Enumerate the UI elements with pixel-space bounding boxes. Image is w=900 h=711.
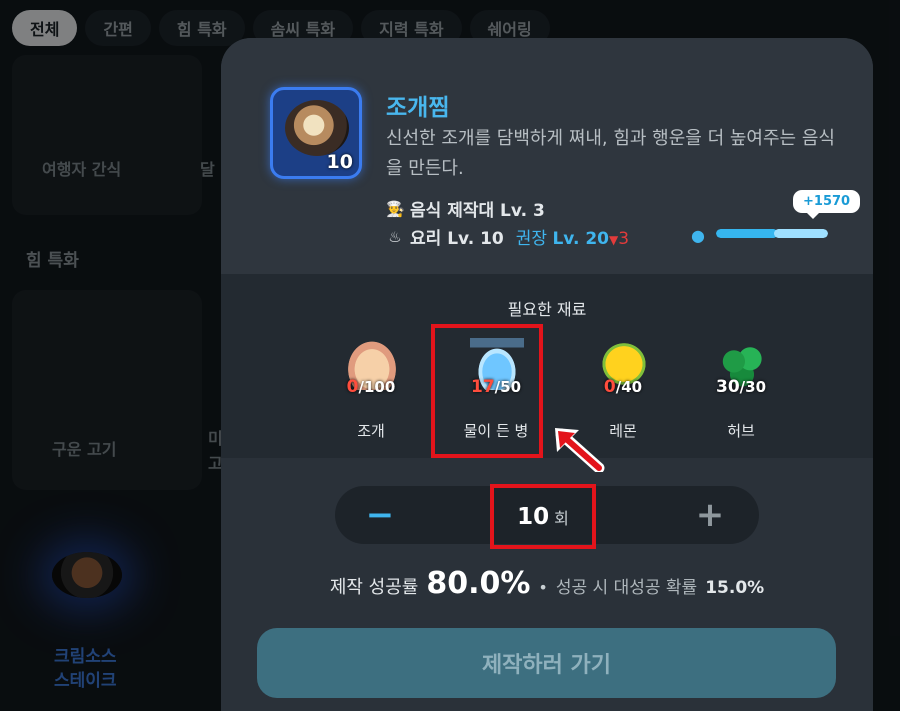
material-item[interactable]: 0/100 조개 [321,338,421,448]
station-label: 음식 제작대 Lv. 3 [410,201,545,221]
recipe-detail-panel: 10 조개찜 신선한 조개를 담백하게 쪄내, 힘과 행운을 더 높여주는 음식… [221,38,873,711]
materials-title: 필요한 재료 [507,300,587,319]
success-rate-label: 제작 성공률 [329,577,419,598]
great-success-value: 15.0% [705,578,765,598]
chef-hat-icon: 👨‍🍳 [386,199,405,218]
cooking-pot-icon: ♨ [388,227,402,246]
recommended-level: 권장 Lv. 20▼3 [515,229,630,249]
decrease-button[interactable]: − [345,486,415,544]
material-name: 허브 [727,422,755,440]
material-name: 조개 [357,422,385,440]
great-success-label: 성공 시 대성공 확률 [555,578,698,598]
skill-requirement: ♨ 요리 Lv. 10 권장 Lv. 20▼3 [386,224,630,250]
material-item[interactable]: 30/30 허브 [691,338,791,448]
xp-gain-fill [774,229,828,238]
go-craft-button[interactable]: 제작하러 가기 [257,628,836,698]
skill-label: 요리 Lv. 10 [410,229,504,249]
recipe-thumbnail: 10 [270,87,362,179]
quantity-number: 10 [517,503,550,530]
xp-progress-bar [716,229,828,238]
recipe-description: 신선한 조개를 담백하게 쪄내, 힘과 행운을 더 높여주는 음식을 만든다. [386,128,835,179]
thumbnail-count: 10 [326,151,353,173]
cooking-pot-icon: ● [691,226,705,245]
success-rates: 제작 성공률 80.0% • 성공 시 대성공 확률 15.0% [221,566,873,601]
xp-gain-badge: +1570 [793,190,861,219]
quantity-unit: 회 [554,508,569,528]
success-rate-value: 80.0% [426,566,531,601]
highlight-box [431,324,543,458]
separator: • [538,578,548,597]
recipe-header: 10 조개찜 신선한 조개를 담백하게 쪄내, 힘과 행운을 더 높여주는 음식… [221,38,873,274]
xp-progress-fill [716,229,778,238]
station-requirement: 👨‍🍳 음식 제작대 Lv. 3 [386,196,545,222]
steamed-clam-icon [285,100,349,156]
increase-button[interactable]: + [675,486,745,544]
quantity-value[interactable]: 10 회 [490,484,596,549]
materials-section: 필요한 재료 0/100 조개 17/50 물이 든 병 0/40 레몬 30/… [221,274,873,458]
down-arrow-icon: ▼ [609,233,619,247]
pointer-arrow-icon [555,428,605,472]
recipe-title: 조개찜 [386,95,450,121]
